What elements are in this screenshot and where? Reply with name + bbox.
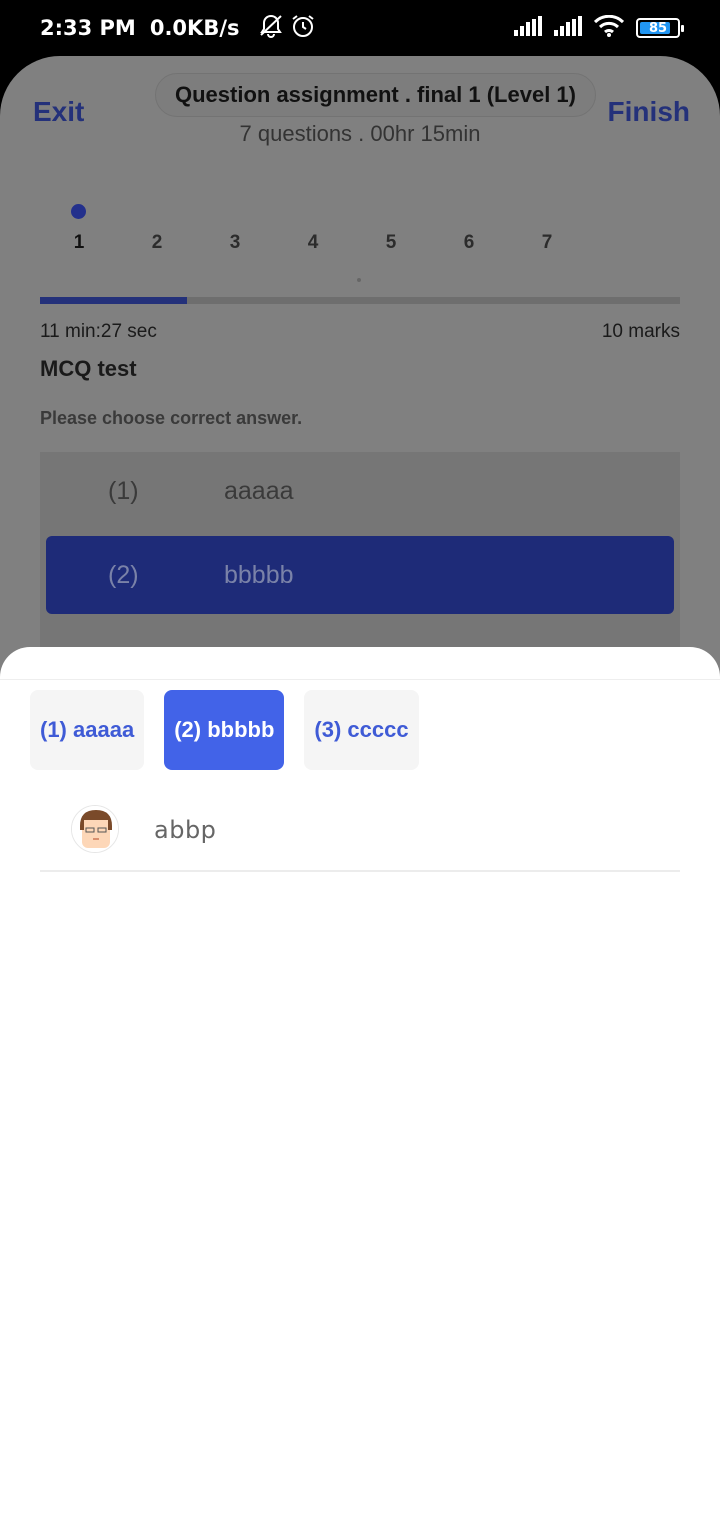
option-number: (2)	[108, 560, 139, 589]
battery-level: 85	[648, 20, 668, 36]
battery-icon: 85	[636, 18, 684, 38]
avatar	[71, 805, 119, 853]
answer-user-row[interactable]: abbp	[40, 802, 680, 872]
scroll-indicator	[357, 278, 361, 282]
option-1[interactable]: (1) aaaaa	[46, 452, 674, 530]
question-nav-item[interactable]: 5	[371, 232, 411, 254]
option-2[interactable]: (2) bbbbb	[46, 536, 674, 614]
question-nav-item[interactable]: 6	[449, 232, 489, 254]
network-speed: 0.0KB/s	[149, 16, 240, 40]
question-navigator: 1 2 3 4 5 6 7	[40, 196, 680, 286]
answers-bottom-sheet: (1) aaaaa (2) bbbbb (3) ccccc abbp	[0, 647, 720, 1520]
progress-fill	[40, 297, 188, 304]
status-right: 85	[514, 14, 684, 42]
question-nav-item[interactable]: 3	[215, 232, 255, 254]
assignment-title: Question assignment . final 1 (Level 1)	[155, 73, 596, 117]
status-time: 2:33 PM	[40, 16, 136, 40]
question-nav-item[interactable]: 7	[527, 232, 567, 254]
question-title: MCQ test	[40, 356, 137, 381]
status-icons	[258, 13, 316, 44]
bell-off-icon	[258, 13, 284, 44]
status-bar: 2:33 PM 0.0KB/s 85	[0, 0, 720, 56]
option-text: bbbbb	[224, 560, 294, 589]
option-text: aaaaa	[224, 476, 294, 505]
answer-chip-3[interactable]: (3) ccccc	[304, 690, 419, 770]
question-instruction: Please choose correct answer.	[40, 408, 303, 428]
question-nav-item[interactable]: 1	[59, 232, 99, 254]
screen: 2:33 PM 0.0KB/s 85 Exit Question assignm…	[0, 0, 720, 1520]
timer: 11 min:27 sec	[40, 321, 157, 342]
marks: 10 marks	[601, 321, 680, 342]
avatar-icon	[72, 806, 118, 852]
sheet-divider	[0, 679, 720, 680]
progress-bar	[40, 297, 680, 304]
question-nav-item[interactable]: 2	[137, 232, 177, 254]
alarm-icon	[290, 13, 316, 44]
option-number: (1)	[108, 476, 139, 505]
top-bar: Exit Question assignment . final 1 (Leve…	[0, 56, 720, 176]
answer-user-name: abbp	[154, 816, 217, 844]
finish-button[interactable]: Finish	[608, 96, 690, 128]
wifi-icon	[593, 14, 625, 42]
current-question-indicator	[71, 204, 86, 219]
answer-chip-1[interactable]: (1) aaaaa	[30, 690, 145, 770]
status-left: 2:33 PM 0.0KB/s	[40, 13, 316, 44]
answer-chip-2[interactable]: (2) bbbbb	[164, 690, 285, 770]
question-nav-item[interactable]: 4	[293, 232, 333, 254]
signal-icon	[514, 15, 542, 41]
answer-filter-chips: (1) aaaaa (2) bbbbb (3) ccccc	[30, 690, 419, 770]
signal-icon	[554, 15, 582, 41]
